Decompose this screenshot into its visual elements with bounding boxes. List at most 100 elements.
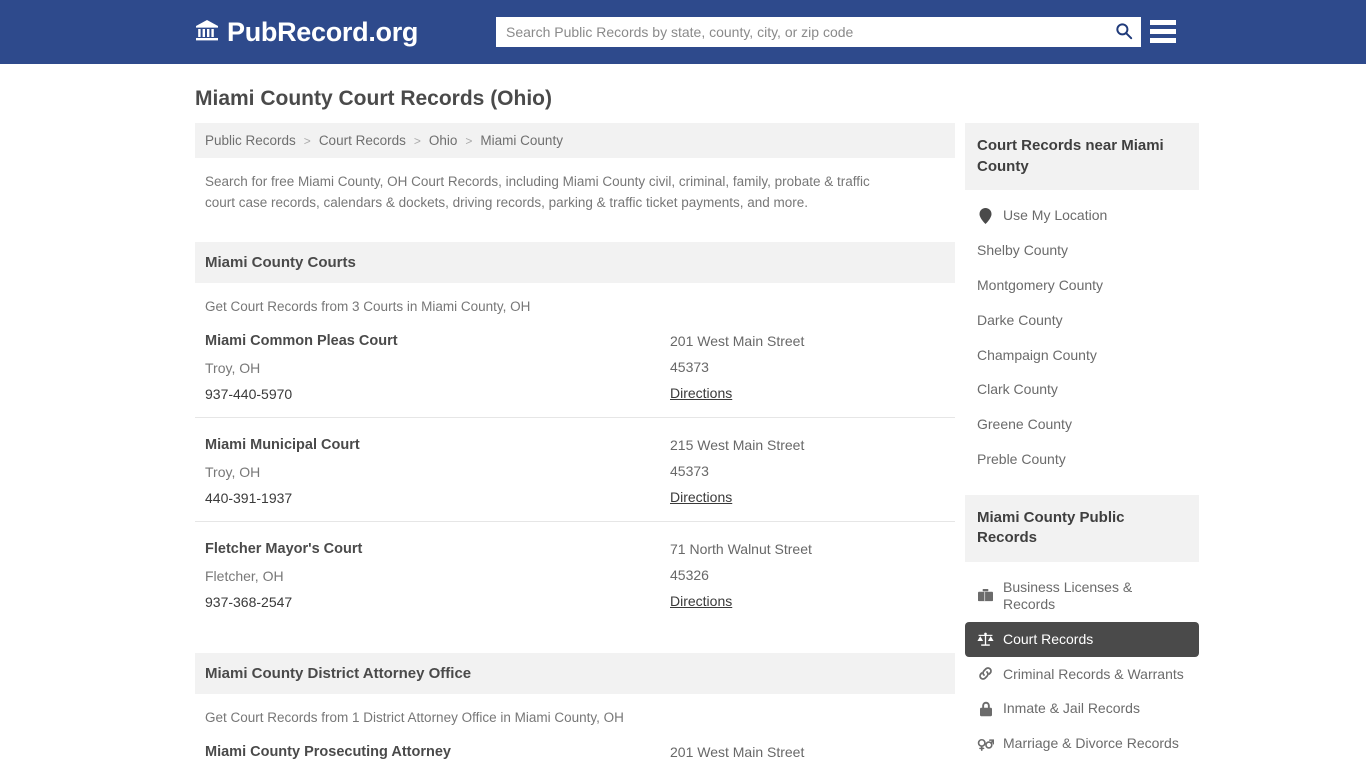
court-zip: 45373: [670, 462, 709, 479]
balance-scale-icon: [977, 632, 994, 647]
search-bar: [496, 17, 1141, 47]
nearby-list: Use My Location Shelby County Montgomery C…: [965, 190, 1199, 476]
nearby-item-label: Use My Location: [1003, 207, 1108, 224]
nearby-item-label: Champaign County: [977, 346, 1097, 363]
entry-right-column: 201 West Main Street45373Directions: [670, 744, 945, 768]
court-phone[interactable]: 440-391-1937: [205, 490, 670, 506]
court-name[interactable]: Fletcher Mayor's Court: [205, 541, 670, 558]
nearby-item-champaign-county[interactable]: Champaign County: [965, 338, 1199, 373]
court-name[interactable]: Miami County Prosecuting Attorney: [205, 744, 670, 761]
nearby-item-label: Greene County: [977, 416, 1072, 433]
nearby-item-label: Clark County: [977, 381, 1058, 398]
public-records-list: Business Licenses & Records Court Records…: [965, 562, 1199, 768]
court-entry-row: Miami Common Pleas Court Troy, OH 937-440-…: [195, 314, 955, 418]
nearby-item-label: Montgomery County: [977, 276, 1104, 293]
content-columns: Public Records > Court Records > Ohio > Miami …: [0, 123, 1366, 768]
court-street: 201 West Main Street: [670, 743, 805, 760]
records-item-label: Business Licenses & Records: [1003, 579, 1133, 612]
nearby-item-clark-county[interactable]: Clark County: [965, 372, 1199, 407]
directions-link[interactable]: Directions: [670, 385, 732, 401]
hamburger-bar: [1150, 37, 1176, 43]
breadcrumb-item-1[interactable]: Public Records: [205, 133, 296, 148]
site-logo[interactable]: PubRecord.org: [195, 18, 418, 47]
section-header: Miami County Courts: [195, 241, 955, 283]
nearby-item-darke-county[interactable]: Darke County: [965, 303, 1199, 338]
records-section: Miami County Courts Get Court Records fro…: [195, 241, 955, 625]
directions-link[interactable]: Directions: [670, 593, 732, 609]
records-item-label: Marriage & Divorce Records: [1003, 735, 1179, 752]
page-intro: Search for free Miami County, OH Court R…: [205, 174, 870, 210]
section-header: Miami County District Attorney Office: [195, 652, 955, 694]
breadcrumb: Public Records > Court Records > Ohio > Miami …: [195, 123, 955, 158]
nearby-records-panel: Court Records near Miami County Use My L…: [965, 123, 1199, 477]
entry-left-column: Miami Common Pleas Court Troy, OH 937-440-…: [205, 333, 670, 403]
records-item-business-licenses-records[interactable]: Business Licenses & Records: [965, 570, 1199, 622]
court-name[interactable]: Miami Municipal Court: [205, 437, 670, 454]
search-icon: [1115, 22, 1133, 43]
breadcrumb-separator: >: [303, 133, 311, 148]
records-item-court-records[interactable]: Court Records: [965, 621, 1199, 657]
nearby-item-preble-county[interactable]: Preble County: [965, 442, 1199, 477]
public-records-panel-title: Miami County Public Records: [965, 494, 1199, 563]
records-section: Miami County District Attorney Office Get…: [195, 652, 955, 768]
search-input[interactable]: [496, 18, 1107, 46]
search-button[interactable]: [1107, 17, 1141, 47]
sidebar: Court Records near Miami County Use My L…: [965, 123, 1199, 768]
court-phone[interactable]: 937-368-2547: [205, 594, 670, 610]
records-item-label: Inmate & Jail Records: [1003, 700, 1140, 717]
court-zip: 45373: [670, 358, 709, 375]
brand-name: PubRecord.org: [227, 16, 419, 47]
nearby-item-label: Shelby County: [977, 242, 1069, 259]
section-subtitle: Get Court Records from 1 District Attorn…: [205, 709, 624, 725]
court-city: Troy, OH: [205, 464, 261, 481]
chain-link-icon: [977, 666, 994, 681]
court-city: Fletcher, OH: [205, 568, 284, 585]
breadcrumb-item-3[interactable]: Ohio: [429, 133, 458, 148]
padlock-icon: [977, 701, 994, 717]
nearby-item-shelby-county[interactable]: Shelby County: [965, 233, 1199, 268]
breadcrumb-item-2[interactable]: Court Records: [319, 133, 406, 148]
nearby-item-label: Preble County: [977, 450, 1066, 467]
records-item-marriage-divorce-records[interactable]: Marriage & Divorce Records: [965, 726, 1199, 761]
court-entry-row: Fletcher Mayor's Court Fletcher, OH 937-36…: [195, 522, 955, 625]
hamburger-bar: [1150, 28, 1176, 34]
hamburger-bar: [1150, 19, 1176, 25]
nearby-panel-title: Court Records near Miami County: [965, 123, 1199, 191]
hamburger-menu-icon[interactable]: [1150, 18, 1176, 44]
sections-container: Miami County Courts Get Court Records fro…: [195, 241, 955, 768]
court-street: 71 North Walnut Street: [670, 540, 812, 557]
map-pin-icon: [977, 207, 994, 224]
breadcrumb-item-4: Miami County: [480, 133, 563, 148]
breadcrumb-separator: >: [413, 133, 421, 148]
court-street: 201 West Main Street: [670, 332, 805, 349]
section-subtitle: Get Court Records from 3 Courts in Miami…: [205, 298, 531, 314]
nearby-item-label: Darke County: [977, 311, 1063, 328]
venus-mars-icon: [977, 736, 994, 751]
briefcase-icon: [977, 588, 994, 603]
university-icon: [195, 18, 219, 47]
entry-left-column: Fletcher Mayor's Court Fletcher, OH 937-36…: [205, 541, 670, 611]
breadcrumb-separator: >: [465, 133, 473, 148]
entry-left-column: Miami County Prosecuting AttorneyTroy, O…: [205, 744, 670, 768]
court-name[interactable]: Miami Common Pleas Court: [205, 333, 670, 350]
nearby-item-montgomery-county[interactable]: Montgomery County: [965, 268, 1199, 303]
entry-right-column: 71 North Walnut Street 45326 Directions: [670, 541, 945, 611]
court-street: 215 West Main Street: [670, 436, 805, 453]
main-column: Public Records > Court Records > Ohio > Miami …: [195, 123, 955, 768]
records-item-label: Court Records: [1003, 630, 1094, 647]
page-title: Miami County Court Records (Ohio): [195, 87, 552, 110]
court-entry-row: Miami Municipal Court Troy, OH 440-391-193…: [195, 418, 955, 522]
public-records-panel: Miami County Public Records Business Lic…: [965, 494, 1199, 768]
court-phone[interactable]: 937-440-5970: [205, 386, 670, 402]
page-body: Miami County Court Records (Ohio) Public…: [0, 64, 1366, 768]
entry-right-column: 215 West Main Street 45373 Directions: [670, 437, 945, 507]
records-item-inmate-jail-records[interactable]: Inmate & Jail Records: [965, 691, 1199, 726]
nearby-item-greene-county[interactable]: Greene County: [965, 407, 1199, 442]
directions-link[interactable]: Directions: [670, 489, 732, 505]
records-item-criminal-records-warrants[interactable]: Criminal Records & Warrants: [965, 657, 1199, 692]
nearby-item-use-my-location[interactable]: Use My Location: [965, 198, 1199, 233]
court-zip: 45326: [670, 566, 709, 583]
records-item-label: Criminal Records & Warrants: [1003, 665, 1184, 682]
records-item-property-records[interactable]: Property Records: [965, 761, 1199, 768]
entry-right-column: 201 West Main Street 45373 Directions: [670, 333, 945, 403]
